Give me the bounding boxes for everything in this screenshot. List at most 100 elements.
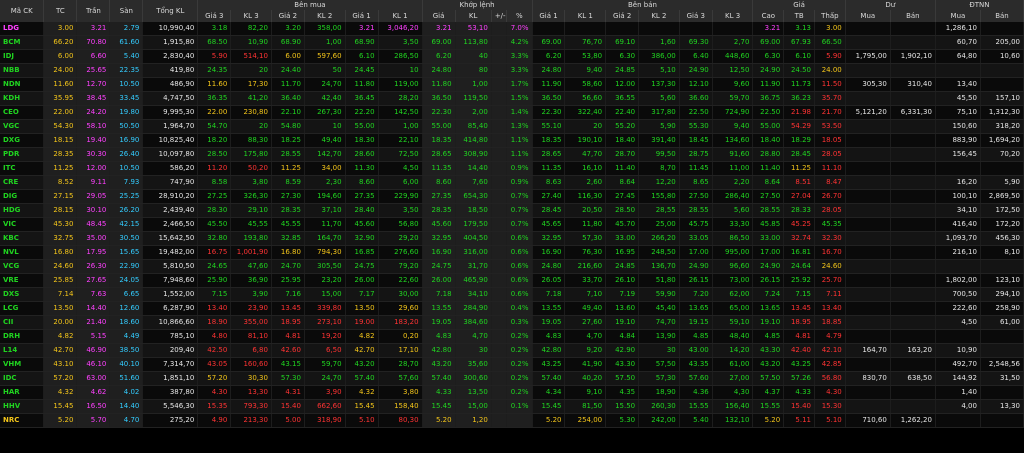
col-ref[interactable]: TC bbox=[43, 0, 78, 22]
table-row[interactable]: VGC 54.30 58.10 50.50 1,964,70 54.70 20 54.80 10… bbox=[0, 119, 1024, 134]
col-remain-buy[interactable]: Mua bbox=[845, 10, 891, 22]
col-average[interactable]: TB bbox=[783, 10, 815, 22]
cell-symbol[interactable]: CRE bbox=[0, 175, 45, 190]
cell-symbol[interactable]: PDR bbox=[0, 147, 45, 162]
cell-symbol[interactable]: LCG bbox=[0, 301, 45, 316]
col-buy-vol-2[interactable]: KL 2 bbox=[304, 10, 346, 22]
table-row[interactable]: HAR 4.32 4.62 4.02 387,80 4.30 13,30 4.31 3,90 4.… bbox=[0, 385, 1024, 400]
cell-symbol[interactable]: NBB bbox=[0, 63, 45, 78]
cell-symbol[interactable]: DIG bbox=[0, 189, 45, 204]
cell-symbol[interactable]: VHM bbox=[0, 357, 45, 372]
table-row[interactable]: KDH 35.95 38.45 33.45 4,747,50 36.35 41,20 36.4… bbox=[0, 91, 1024, 106]
col-buy-vol-3[interactable]: KL 3 bbox=[230, 10, 272, 22]
cell-buy-price-3: 18.90 bbox=[197, 315, 232, 330]
col-symbol[interactable]: Mã CK bbox=[0, 0, 45, 22]
cell-buy-price-3: 16.75 bbox=[197, 245, 232, 260]
table-row[interactable]: NBB 24.00 25.65 22.35 419,80 24.35 20 24.40 50 24… bbox=[0, 63, 1024, 78]
cell-symbol[interactable]: LDG bbox=[0, 22, 45, 36]
cell-symbol[interactable]: BCM bbox=[0, 35, 45, 50]
cell-symbol[interactable]: IDJ bbox=[0, 49, 45, 64]
cell-symbol[interactable]: KBC bbox=[0, 231, 45, 246]
table-row[interactable]: L14 42.70 46.90 38.50 209,40 42.50 6,80 42.60 6,… bbox=[0, 343, 1024, 358]
table-row[interactable]: CRE 8.52 9.11 7.93 747,90 8.58 3,80 8.59 2,30 8.6… bbox=[0, 175, 1024, 190]
col-buy-price-3[interactable]: Giá 3 bbox=[197, 10, 232, 22]
cell-low: 66.50 bbox=[814, 35, 846, 50]
table-row[interactable]: DIG 27.15 29.05 25.25 28,910,20 27.25 326,30 27… bbox=[0, 189, 1024, 204]
col-ceil[interactable]: Trần bbox=[76, 0, 111, 22]
cell-symbol[interactable]: ITC bbox=[0, 161, 45, 176]
col-low[interactable]: Thấp bbox=[814, 10, 846, 22]
cell-symbol[interactable]: VIC bbox=[0, 217, 45, 232]
col-buy-price-2[interactable]: Giá 2 bbox=[271, 10, 305, 22]
cell-change bbox=[491, 63, 508, 78]
col-foreign-buy[interactable]: Mua bbox=[935, 10, 981, 22]
table-row[interactable]: VCG 24.60 26.30 22.90 5,810,50 24.65 47,60 24.7… bbox=[0, 259, 1024, 274]
col-match-vol[interactable]: KL bbox=[455, 10, 492, 22]
cell-symbol[interactable]: DRH bbox=[0, 329, 45, 344]
table-row[interactable]: LCG 13.50 14.40 12.60 6,287,90 13.40 23,90 13.4… bbox=[0, 301, 1024, 316]
cell-symbol[interactable]: NDN bbox=[0, 77, 45, 92]
table-row[interactable]: VIC 45.30 48.45 42.15 2,466,50 45.50 45,55 45.5… bbox=[0, 217, 1024, 232]
cell-symbol[interactable]: VGC bbox=[0, 119, 45, 134]
cell-change bbox=[491, 315, 508, 330]
table-row[interactable]: LDG 3.00 3.21 2.79 10,990,40 3.18 82,20 3.20 358… bbox=[0, 22, 1024, 36]
cell-symbol[interactable]: CII bbox=[0, 315, 45, 330]
cell-symbol[interactable]: KDH bbox=[0, 91, 45, 106]
col-sell-price-1[interactable]: Giá 1 bbox=[532, 10, 566, 22]
cell-symbol[interactable]: HDG bbox=[0, 203, 45, 218]
cell-symbol[interactable]: CEO bbox=[0, 105, 45, 120]
col-buy-price-1[interactable]: Giá 1 bbox=[345, 10, 379, 22]
cell-ceil: 25.65 bbox=[76, 63, 111, 78]
table-row[interactable]: DXG 18.15 19.40 16.90 10,825,40 18.20 88,30 18.… bbox=[0, 133, 1024, 148]
table-row[interactable]: VHM 43.10 46.10 40.10 7,314,70 43.05 160,60 43.… bbox=[0, 357, 1024, 372]
table-row[interactable]: NVL 16.80 17.95 15.65 19,482,00 16.75 1,001,90… bbox=[0, 245, 1024, 260]
table-row[interactable]: VRE 25.85 27.65 24.05 7,948,60 25.90 36,90 25.9… bbox=[0, 273, 1024, 288]
col-high[interactable]: Cao bbox=[752, 10, 785, 22]
table-row[interactable]: NRC 5.20 5.70 4.70 275,20 4.90 213,30 5.00 318,9… bbox=[0, 413, 1024, 428]
table-row[interactable]: NDN 11.60 12.70 10.50 486,90 11.60 17,30 11.70 2… bbox=[0, 77, 1024, 92]
cell-sell-price-1: 26.05 bbox=[532, 273, 566, 288]
cell-symbol[interactable]: L14 bbox=[0, 343, 45, 358]
cell-symbol[interactable]: DXS bbox=[0, 287, 45, 302]
table-row[interactable]: CEO 22.00 24.20 19.80 9,995,30 22.00 230,80 22.… bbox=[0, 105, 1024, 120]
cell-symbol[interactable]: VCG bbox=[0, 259, 45, 274]
cell-symbol[interactable]: HAR bbox=[0, 385, 45, 400]
table-row[interactable]: DRH 4.82 5.15 4.49 785,10 4.80 81,10 4.81 19,20 4… bbox=[0, 329, 1024, 344]
cell-symbol[interactable]: VRE bbox=[0, 273, 45, 288]
col-change[interactable]: +/- bbox=[491, 10, 508, 22]
cell-symbol[interactable]: DXG bbox=[0, 133, 45, 148]
table-row[interactable]: CII 20.00 21.40 18.60 10,866,60 18.90 355,00 18… bbox=[0, 315, 1024, 330]
cell-symbol[interactable]: IDC bbox=[0, 371, 45, 386]
table-row[interactable]: PDR 28.35 30.30 26.40 10,097,80 28.50 175,80 28… bbox=[0, 147, 1024, 162]
col-sell-vol-1[interactable]: KL 1 bbox=[564, 10, 607, 22]
col-sell-price-2[interactable]: Giá 2 bbox=[605, 10, 640, 22]
cell-sell-price-3: 36.60 bbox=[679, 91, 713, 106]
cell-buy-vol-3: 326,30 bbox=[230, 189, 272, 204]
col-floor[interactable]: Sàn bbox=[109, 0, 144, 22]
cell-buy-price-2: 42.60 bbox=[271, 343, 305, 358]
cell-symbol[interactable]: NVL bbox=[0, 245, 45, 260]
table-row[interactable]: DXS 7.14 7.63 6.65 1,552,00 7.15 3,90 7.16 15,00… bbox=[0, 287, 1024, 302]
col-match-price[interactable]: Giá bbox=[422, 10, 456, 22]
col-remain-sell[interactable]: Bán bbox=[890, 10, 936, 22]
table-row[interactable]: IDC 57.20 63.00 51.60 1,851,10 57.20 30,30 57.3… bbox=[0, 371, 1024, 386]
col-sell-vol-2[interactable]: KL 2 bbox=[638, 10, 680, 22]
col-sell-price-3[interactable]: Giá 3 bbox=[679, 10, 713, 22]
cell-sell-vol-2: 30 bbox=[638, 343, 680, 358]
cell-symbol[interactable]: HHV bbox=[0, 399, 45, 414]
col-sell-vol-3[interactable]: KL 3 bbox=[712, 10, 754, 22]
cell-symbol[interactable]: NRC bbox=[0, 413, 45, 428]
table-row[interactable]: ITC 11.25 12.00 10.50 586,20 11.20 50,20 11.25 3… bbox=[0, 161, 1024, 176]
table-row[interactable]: KBC 32.75 35.00 30.50 15,642,50 32.80 193,80 32… bbox=[0, 231, 1024, 246]
table-row[interactable]: HDG 28.15 30.10 26.20 2,439,40 28.30 29,10 28.3… bbox=[0, 203, 1024, 218]
col-percent[interactable]: % bbox=[506, 10, 533, 22]
col-foreign-sell[interactable]: Bán bbox=[980, 10, 1024, 22]
cell-total-volume: 28,910,20 bbox=[142, 189, 199, 204]
cell-average: 42.40 bbox=[783, 343, 815, 358]
col-total-volume[interactable]: Tổng KL bbox=[142, 0, 199, 22]
cell-change bbox=[491, 329, 508, 344]
table-row[interactable]: HHV 15.45 16.50 14.40 5,546,30 15.35 793,30 15.… bbox=[0, 399, 1024, 414]
col-buy-vol-1[interactable]: KL 1 bbox=[378, 10, 423, 22]
table-row[interactable]: IDJ 6.00 6.60 5.40 2,830,40 5.90 514,10 6.00 597… bbox=[0, 49, 1024, 64]
table-row[interactable]: BCM 66.20 70.80 61.60 1,915,80 68.50 10,90 68.9… bbox=[0, 35, 1024, 50]
